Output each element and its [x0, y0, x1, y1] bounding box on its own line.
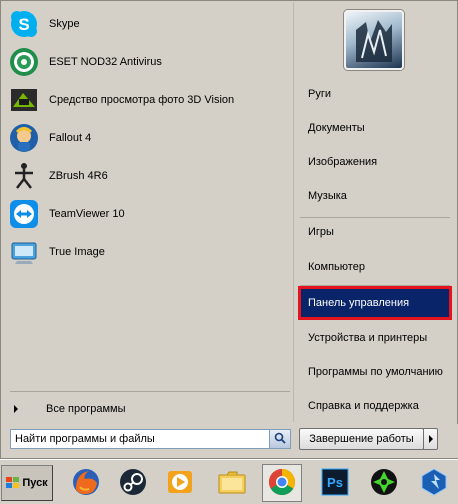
shutdown-options-button[interactable]	[423, 428, 438, 450]
razer-icon	[369, 467, 399, 500]
taskbar-photoshop[interactable]: Ps	[315, 464, 355, 502]
place-item-control-panel[interactable]: Панель управления	[298, 286, 452, 320]
place-label: Панель управления	[308, 297, 410, 309]
program-label: TeamViewer 10	[49, 208, 125, 220]
place-label: Программы по умолчанию	[308, 366, 443, 378]
3d-vision-icon	[8, 84, 40, 116]
place-label: Устройства и принтеры	[308, 332, 428, 344]
places-panel: Руги Документы Изображения Музыка Игры К…	[293, 2, 457, 422]
place-label: Документы	[308, 122, 365, 134]
place-item-devices-printers[interactable]: Устройства и принтеры	[298, 323, 452, 353]
place-item-music[interactable]: Музыка	[298, 181, 452, 211]
program-fallout-4[interactable]: Fallout 4	[8, 120, 290, 156]
arrow-right-icon	[428, 435, 433, 443]
start-label: Пуск	[22, 477, 48, 489]
all-programs-button[interactable]: Все программы	[10, 399, 290, 419]
place-label: Музыка	[308, 190, 347, 202]
search-button[interactable]	[270, 429, 291, 449]
place-label: Изображения	[308, 156, 378, 168]
program-true-image[interactable]: True Image	[8, 234, 290, 270]
place-item-pictures[interactable]: Изображения	[298, 147, 452, 177]
search-input[interactable]	[10, 429, 270, 449]
place-label: Игры	[308, 226, 334, 238]
start-button[interactable]: Пуск	[1, 465, 53, 501]
program-teamviewer[interactable]: TeamViewer 10	[8, 196, 290, 232]
program-zbrush[interactable]: ZBrush 4R6	[8, 158, 290, 194]
svg-text:Ps: Ps	[327, 475, 343, 490]
taskbar-razer[interactable]	[364, 464, 404, 502]
place-label: Компьютер	[308, 261, 365, 273]
place-item-help-support[interactable]: Справка и поддержка	[298, 391, 452, 421]
program-label: ZBrush 4R6	[49, 170, 108, 182]
taskbar-firefox[interactable]	[66, 464, 106, 502]
program-label: Средство просмотра фото 3D Vision	[49, 94, 235, 106]
teamviewer-icon	[8, 198, 40, 230]
program-label: Skype	[49, 18, 80, 30]
arrow-right-icon	[14, 405, 18, 413]
divider	[10, 391, 290, 392]
pinned-programs-panel: S Skype ESET NOD32 Antivirus Средство пр…	[2, 2, 293, 422]
file-explorer-icon	[217, 467, 247, 500]
eset-icon	[8, 46, 40, 78]
fallout-icon	[8, 122, 40, 154]
search-icon	[274, 432, 286, 447]
taskbar-heroes-storm[interactable]	[414, 464, 454, 502]
taskbar: Пуск Ps	[0, 459, 458, 504]
place-item-documents[interactable]: Документы	[298, 113, 452, 143]
media-player-icon	[165, 467, 195, 500]
place-label: Руги	[308, 88, 331, 100]
steam-icon	[118, 467, 148, 500]
place-item-computer[interactable]: Компьютер	[298, 252, 452, 282]
place-label: Справка и поддержка	[308, 400, 419, 412]
all-programs-label: Все программы	[46, 403, 126, 415]
zbrush-icon	[8, 160, 40, 192]
shutdown-button[interactable]: Завершение работы	[299, 428, 424, 450]
program-label: Fallout 4	[49, 132, 92, 144]
place-item-default-programs[interactable]: Программы по умолчанию	[298, 357, 452, 387]
program-3d-vision[interactable]: Средство просмотра фото 3D Vision	[8, 82, 290, 118]
program-skype[interactable]: S Skype	[8, 6, 290, 42]
shutdown-label: Завершение работы	[309, 433, 414, 445]
chrome-icon	[267, 467, 297, 500]
heroes-storm-icon	[419, 467, 449, 500]
place-item-user[interactable]: Руги	[298, 79, 452, 109]
photoshop-icon: Ps	[320, 467, 350, 500]
taskbar-steam[interactable]	[113, 464, 153, 502]
program-label: ESET NOD32 Antivirus	[49, 56, 162, 68]
taskbar-file-explorer[interactable]	[212, 464, 252, 502]
firefox-icon	[71, 467, 101, 500]
true-image-icon	[8, 236, 40, 268]
program-label: True Image	[49, 246, 105, 258]
taskbar-media-player[interactable]	[160, 464, 200, 502]
taskbar-chrome[interactable]	[262, 464, 302, 502]
program-eset[interactable]: ESET NOD32 Antivirus	[8, 44, 290, 80]
svg-text:S: S	[18, 15, 29, 34]
start-menu-footer: Завершение работы	[2, 424, 458, 458]
user-avatar[interactable]	[344, 10, 404, 70]
windows-logo-icon	[6, 477, 20, 489]
skype-icon: S	[8, 8, 40, 40]
place-item-games[interactable]: Игры	[298, 217, 452, 247]
start-menu: S Skype ESET NOD32 Antivirus Средство пр…	[0, 0, 458, 459]
